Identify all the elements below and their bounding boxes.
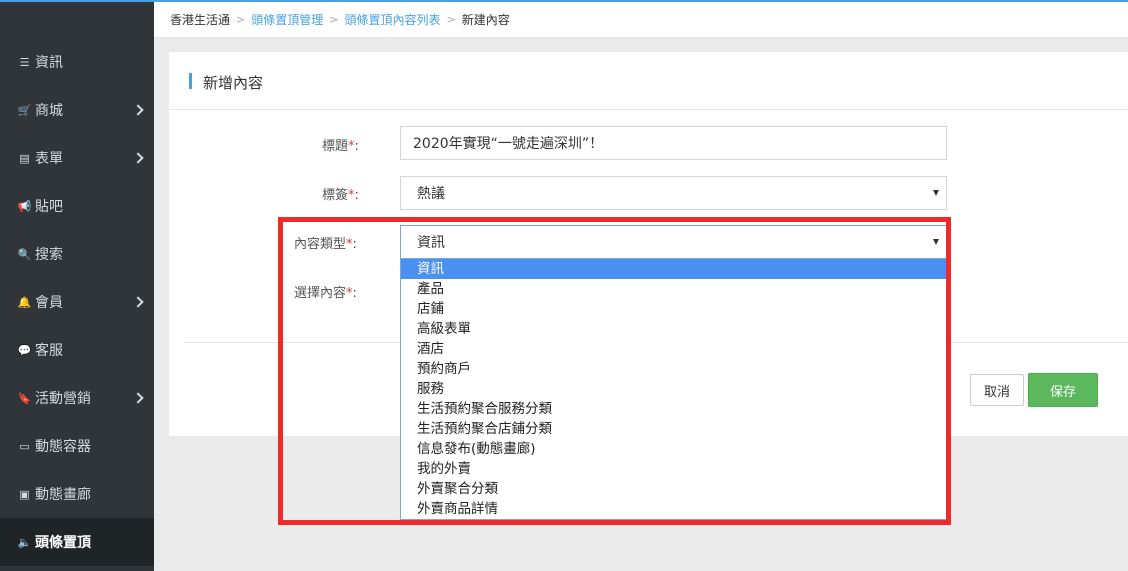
sidebar-item-label: 動態容器: [35, 439, 91, 455]
sidebar-item[interactable]: 🔖 活動營銷: [0, 374, 154, 422]
chevron-right-icon: [132, 392, 144, 404]
dropdown-option[interactable]: 酒店: [401, 339, 946, 359]
sidebar-item-label: 頭條置頂: [35, 535, 91, 551]
dropdown-option[interactable]: 預約商戶: [401, 359, 946, 379]
label-colon: :: [352, 286, 357, 301]
sidebar-item-label: 商城: [35, 103, 63, 119]
inbox-icon: ▭: [19, 439, 30, 453]
image-icon: ▣: [19, 487, 30, 501]
list-icon: ☰: [19, 55, 30, 69]
breadcrumb-separator-icon: >: [329, 13, 339, 26]
sidebar-item-label: 表單: [35, 151, 63, 167]
content-type-select-value: 資訊: [417, 235, 445, 251]
comment-icon: 💬: [17, 343, 32, 357]
label-colon: :: [354, 188, 359, 203]
breadcrumb-item-list[interactable]: 頭條置頂內容列表: [344, 11, 440, 28]
dropdown-option[interactable]: 服務: [401, 379, 946, 399]
dropdown-option[interactable]: 外賣商品詳情: [401, 499, 946, 519]
dropdown-option[interactable]: 高級表單: [401, 319, 946, 339]
sidebar-item-label: 資訊: [35, 55, 63, 71]
save-button[interactable]: 保存: [1028, 373, 1098, 407]
sidebar-item[interactable]: 🔈 頭條置頂: [0, 518, 154, 566]
cancel-button[interactable]: 取消: [970, 374, 1024, 406]
dropdown-option[interactable]: 店鋪: [401, 299, 946, 319]
breadcrumb-item-manage[interactable]: 頭條置頂管理: [251, 11, 323, 28]
breadcrumb-separator-icon: >: [446, 13, 456, 26]
sidebar-item-label: 搜索: [35, 247, 63, 263]
search-icon: 🔍: [17, 247, 32, 261]
page-title: 新增內容: [203, 74, 264, 92]
sidebar-item[interactable]: 💬 客服: [0, 326, 154, 374]
caret-down-icon: [933, 239, 939, 245]
dropdown-option[interactable]: 生活預約聚合服務分類: [401, 399, 946, 419]
dropdown-option[interactable]: 生活預約聚合店鋪分類: [401, 419, 946, 439]
breadcrumb-item-home[interactable]: 香港生活通: [170, 11, 230, 28]
tag-label: 標簽*:: [322, 184, 359, 203]
tag-select[interactable]: 熱議: [400, 176, 947, 210]
panel-title-bar: [189, 73, 192, 89]
breadcrumb-current: 新建內容: [461, 13, 510, 27]
chevron-right-icon: [132, 104, 144, 116]
sidebar: ☰ 資訊 🛒 商城 ▤ 表單 📢 貼吧 🔍 搜索 🔔 會員 💬 客服 🔖 活動營銷 ▭ 動態容器 ▣ 動態畫廊 🔈 頭條置…: [0, 0, 154, 571]
content-label-text: 選擇內容: [294, 286, 347, 301]
form-icon: ▤: [19, 151, 30, 165]
bell-icon: 🔔: [17, 295, 32, 309]
breadcrumb: 香港生活通 > 頭條置頂管理 > 頭條置頂內容列表 > 新建內容: [154, 2, 1128, 38]
sidebar-item-label: 活動營銷: [35, 391, 91, 407]
label-colon: :: [354, 139, 359, 154]
sidebar-item[interactable]: ▤ 表單: [0, 134, 154, 182]
bookmark-icon: 🔖: [17, 391, 32, 405]
sidebar-item[interactable]: 🛒 商城: [0, 86, 154, 134]
sidebar-item-label: 會員: [35, 295, 63, 311]
tag-select-value: 熱議: [417, 186, 445, 202]
sidebar-item-label: 貼吧: [35, 199, 63, 215]
content-label: 選擇內容*:: [294, 282, 357, 301]
top-accent-line: [0, 0, 1128, 2]
dropdown-option[interactable]: 產品: [401, 279, 946, 299]
sidebar-item[interactable]: 🔍 搜索: [0, 230, 154, 278]
sidebar-item-label: 客服: [35, 343, 63, 359]
sidebar-item-label: 動態畫廊: [35, 487, 91, 503]
caret-down-icon: [933, 190, 939, 196]
type-label-text: 內容類型: [294, 237, 347, 252]
title-label: 標題*:: [322, 135, 359, 154]
type-label: 內容類型*:: [294, 233, 357, 252]
panel-header: 新增內容: [169, 52, 1128, 110]
tag-label-text: 標簽: [322, 188, 349, 203]
chevron-right-icon: [132, 296, 144, 308]
title-label-text: 標題: [322, 139, 349, 154]
chevron-right-icon: [132, 152, 144, 164]
dropdown-option[interactable]: 我的外賣: [401, 459, 946, 479]
sidebar-item[interactable]: 🔔 會員: [0, 278, 154, 326]
dropdown-option[interactable]: 資訊: [401, 259, 946, 279]
sidebar-item[interactable]: ▭ 動態容器: [0, 422, 154, 470]
sidebar-item[interactable]: 📢 貼吧: [0, 182, 154, 230]
content-type-select[interactable]: 資訊: [400, 225, 947, 259]
content-type-dropdown: 資訊 產品 店鋪 高級表單 酒店 預約商戶 服務 生活預約聚合服務分類 生活預約聚合店鋪分類 信息…: [400, 258, 947, 520]
dropdown-option[interactable]: 信息發布(動態畫廊): [401, 439, 946, 459]
breadcrumb-separator-icon: >: [236, 13, 246, 26]
volume-icon: 🔈: [17, 535, 32, 549]
sidebar-item[interactable]: ▣ 動態畫廊: [0, 470, 154, 518]
cart-icon: 🛒: [17, 103, 32, 117]
sidebar-item[interactable]: ☰ 資訊: [0, 38, 154, 86]
dropdown-option[interactable]: 外賣聚合分類: [401, 479, 946, 499]
title-input[interactable]: [400, 126, 947, 160]
megaphone-icon: 📢: [17, 199, 32, 213]
label-colon: :: [352, 237, 357, 252]
